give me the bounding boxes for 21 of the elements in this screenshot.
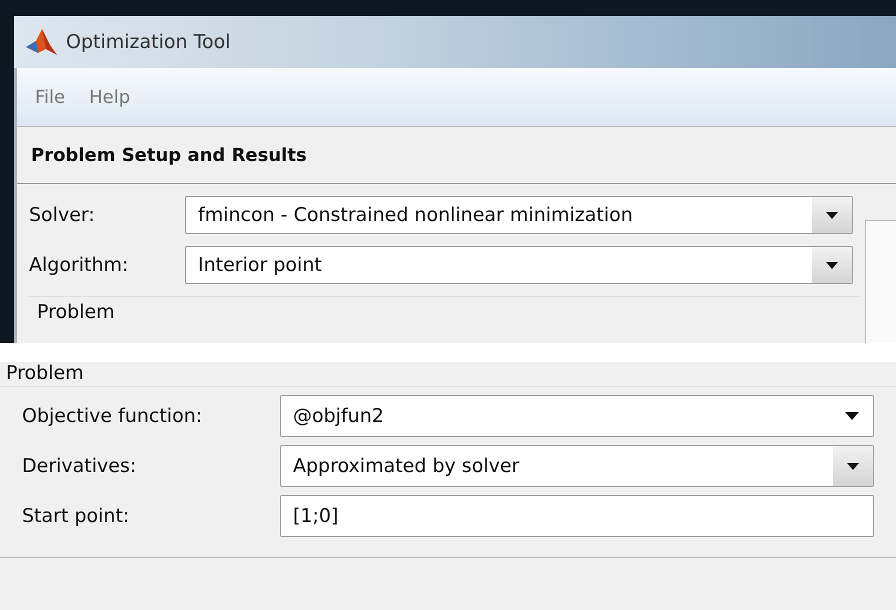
section-header: Problem Setup and Results <box>17 127 896 184</box>
field-label: Start point: <box>22 505 130 527</box>
group-title: Problem <box>0 362 896 387</box>
dropdown[interactable]: Approximated by solver <box>280 445 874 487</box>
caret-icon <box>826 212 838 218</box>
group-title: Problem <box>29 296 859 323</box>
dropdown[interactable]: fmincon - Constrained nonlinear minimization <box>185 196 853 234</box>
field-label: Derivatives: <box>22 455 138 477</box>
field-label: Objective function: <box>22 405 204 427</box>
caret-icon <box>845 412 859 420</box>
peak-logo-icon <box>24 27 58 57</box>
menu-item[interactable]: Help <box>89 86 130 108</box>
window-title: Optimization Tool <box>66 31 230 53</box>
menu-item[interactable]: File <box>35 86 66 108</box>
field-label: Algorithm: <box>29 254 130 276</box>
combo-box[interactable]: @objfun2 <box>280 395 874 437</box>
caret-icon <box>826 262 838 268</box>
input-field[interactable]: [1;0] <box>280 495 874 537</box>
dropdown[interactable]: Interior point <box>185 246 853 284</box>
caret-icon <box>847 462 859 470</box>
field-label: Solver: <box>29 204 96 226</box>
